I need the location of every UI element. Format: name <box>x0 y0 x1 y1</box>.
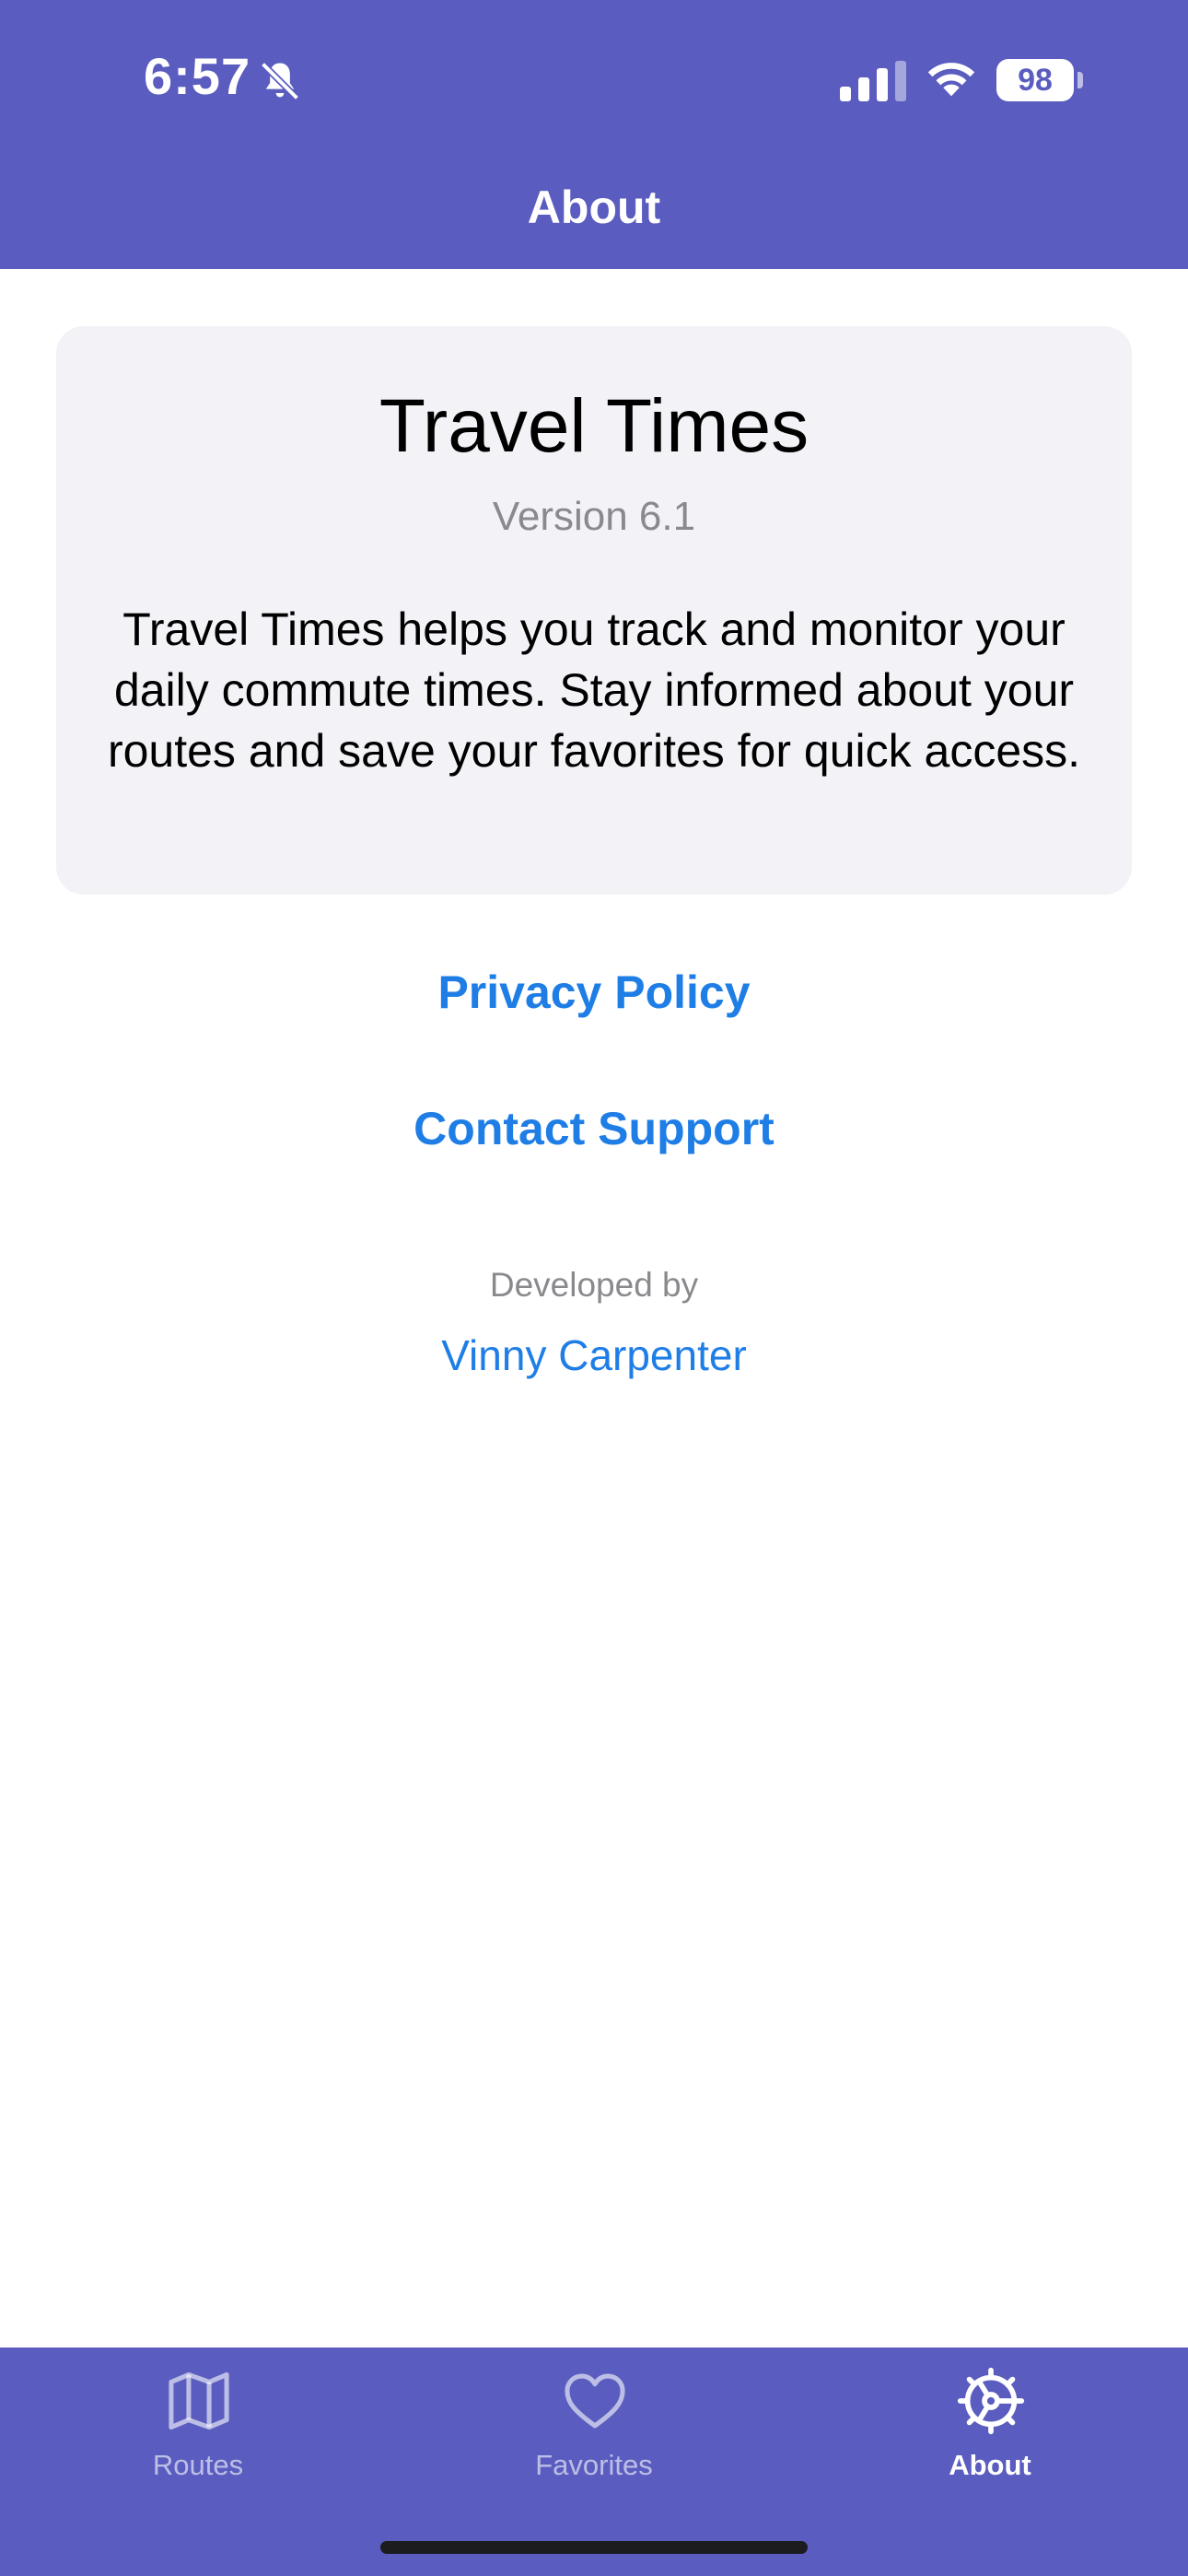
developed-by-caption: Developed by <box>489 1266 699 1304</box>
gear-icon <box>957 2367 1025 2435</box>
battery-icon: 98 <box>996 59 1083 101</box>
tab-favorites-label: Favorites <box>535 2449 653 2481</box>
contact-support-link[interactable]: Contact Support <box>0 1102 1188 1155</box>
status-time: 6:57 <box>144 47 251 105</box>
app-info-card: Travel Times Version 6.1 Travel Times he… <box>56 326 1132 895</box>
page-title: About <box>527 181 661 233</box>
map-icon <box>169 2371 229 2430</box>
heart-icon <box>565 2373 625 2429</box>
bell-slash-icon <box>260 61 300 101</box>
privacy-policy-link[interactable]: Privacy Policy <box>0 966 1188 1019</box>
tab-about-label: About <box>949 2449 1031 2481</box>
tab-routes[interactable]: Routes <box>0 2348 396 2532</box>
tab-favorites[interactable]: Favorites <box>396 2348 792 2532</box>
wifi-icon <box>927 63 975 97</box>
app-name: Travel Times <box>379 384 809 468</box>
home-indicator[interactable] <box>380 2541 808 2554</box>
about-screen: 6:57 98 About Travel Times Version 6.1 T… <box>0 0 1188 2576</box>
cellular-signal-icon <box>840 61 906 101</box>
header-bar: 6:57 98 About <box>0 0 1188 269</box>
app-version: Version 6.1 <box>492 494 696 539</box>
battery-nub <box>1077 72 1083 88</box>
tab-about[interactable]: About <box>792 2348 1188 2532</box>
app-description: Travel Times helps you track and monitor… <box>107 603 1081 777</box>
tab-routes-label: Routes <box>152 2449 244 2481</box>
battery-level: 98 <box>996 59 1074 101</box>
developer-name-link[interactable]: Vinny Carpenter <box>0 1330 1188 1380</box>
